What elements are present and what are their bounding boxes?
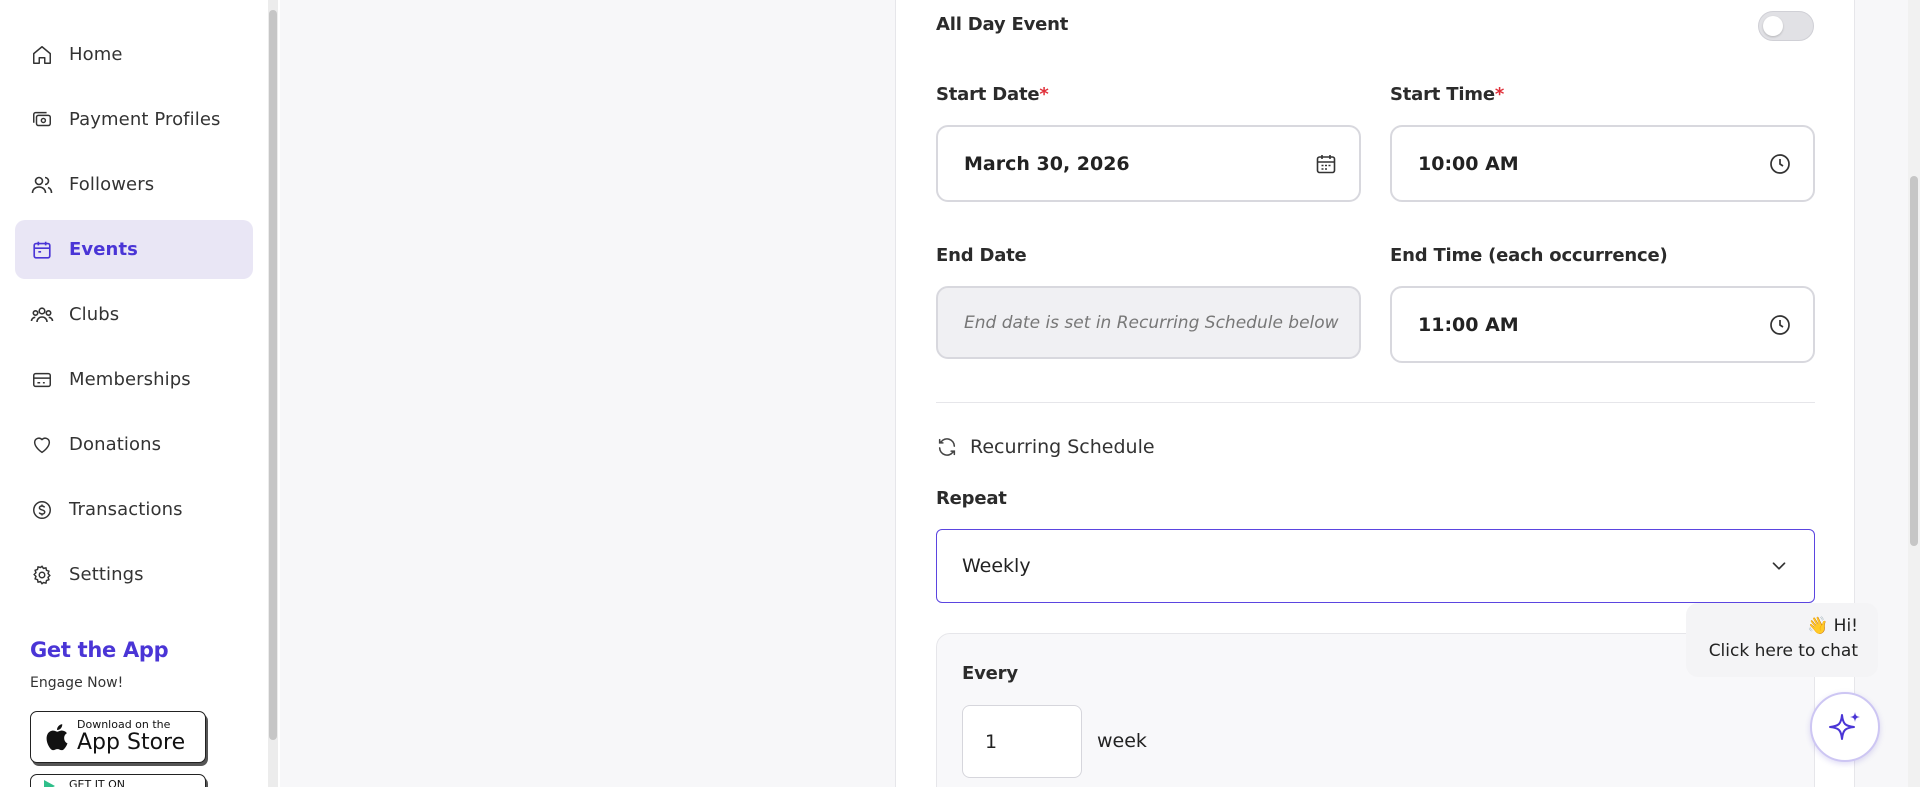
sidebar-item-label: Memberships	[69, 369, 191, 390]
every-interval-value: 1	[985, 730, 998, 753]
end-date-input: End date is set in Recurring Schedule be…	[936, 286, 1361, 359]
heart-icon	[30, 433, 54, 457]
sidebar-item-label: Settings	[69, 564, 144, 585]
payment-profile-icon	[30, 108, 54, 132]
get-app-subtitle: Engage Now!	[30, 675, 124, 691]
start-time-input[interactable]: 10:00 AM	[1390, 125, 1815, 202]
google-play-badge[interactable]: GET IT ON	[30, 774, 206, 787]
get-app-title: Get the App	[30, 638, 169, 662]
refresh-icon	[936, 436, 958, 458]
sidebar: Home Payment Profiles Followers Events C…	[0, 0, 268, 787]
section-divider	[936, 402, 1815, 403]
end-date-placeholder: End date is set in Recurring Schedule be…	[964, 312, 1339, 333]
sidebar-item-events[interactable]: Events	[15, 220, 253, 279]
sidebar-item-home[interactable]: Home	[15, 25, 253, 84]
start-date-label: Start Date*	[936, 84, 1049, 105]
end-time-label: End Time (each occurrence)	[1390, 245, 1668, 266]
home-icon	[30, 43, 54, 67]
repeat-label: Repeat	[936, 488, 1007, 509]
start-date-value: March 30, 2026	[964, 152, 1130, 175]
end-date-label: End Date	[936, 245, 1027, 266]
required-mark: *	[1494, 84, 1505, 105]
sidebar-item-followers[interactable]: Followers	[15, 155, 253, 214]
repeat-select[interactable]: Weekly	[936, 529, 1815, 603]
end-time-input[interactable]: 11:00 AM	[1390, 286, 1815, 363]
calendar-icon	[30, 238, 54, 262]
start-date-label-text: Start Date	[936, 84, 1040, 105]
every-panel: Every 1 week	[936, 633, 1815, 787]
calendar-icon[interactable]	[1313, 151, 1339, 177]
all-day-toggle[interactable]	[1758, 11, 1814, 41]
clock-icon[interactable]	[1767, 151, 1793, 177]
sidebar-item-memberships[interactable]: Memberships	[15, 350, 253, 409]
required-mark: *	[1039, 84, 1049, 105]
apple-icon	[43, 722, 69, 752]
sidebar-item-label: Payment Profiles	[69, 109, 221, 130]
every-label: Every	[962, 663, 1018, 684]
sidebar-item-label: Clubs	[69, 304, 120, 325]
sidebar-item-payment-profiles[interactable]: Payment Profiles	[15, 90, 253, 149]
all-day-label: All Day Event	[936, 14, 1069, 35]
chat-greeting: 👋 Hi!	[1807, 616, 1858, 636]
chat-cta: Click here to chat	[1708, 641, 1858, 661]
sidebar-item-label: Events	[69, 239, 138, 260]
sidebar-item-donations[interactable]: Donations	[15, 415, 253, 474]
sparkle-icon	[1825, 707, 1865, 747]
end-time-value: 11:00 AM	[1418, 313, 1519, 336]
every-interval-input[interactable]: 1	[962, 705, 1082, 778]
card-icon	[30, 368, 54, 392]
sidebar-item-label: Transactions	[69, 499, 183, 520]
sidebar-scrollbar-thumb[interactable]	[269, 10, 277, 740]
sidebar-item-settings[interactable]: Settings	[15, 545, 253, 604]
sidebar-item-label: Followers	[69, 174, 155, 195]
sidebar-item-transactions[interactable]: Transactions	[15, 480, 253, 539]
google-play-icon	[43, 779, 61, 787]
repeat-value: Weekly	[962, 555, 1031, 577]
start-time-label-text: Start Time	[1390, 84, 1495, 105]
main-scrollbar-thumb[interactable]	[1910, 176, 1918, 546]
clock-icon[interactable]	[1767, 312, 1793, 338]
app-store-badge[interactable]: Download on the App Store	[30, 711, 206, 763]
users-icon	[30, 173, 54, 197]
sidebar-item-clubs[interactable]: Clubs	[15, 285, 253, 344]
chevron-down-icon	[1768, 555, 1790, 577]
every-unit: week	[1097, 730, 1147, 752]
group-icon	[30, 303, 54, 327]
google-play-small-text: GET IT ON	[69, 778, 126, 787]
chat-greeting-bubble[interactable]: 👋 Hi! Click here to chat	[1686, 603, 1878, 677]
toggle-knob	[1763, 16, 1783, 36]
main-content: All Day Event Start Date* Start Time* Ma…	[280, 0, 1920, 787]
chat-launcher-button[interactable]	[1810, 692, 1880, 762]
recurring-schedule-title: Recurring Schedule	[970, 436, 1155, 458]
sidebar-item-label: Donations	[69, 434, 162, 455]
sidebar-item-label: Home	[69, 44, 123, 65]
start-date-input[interactable]: March 30, 2026	[936, 125, 1361, 202]
app-store-big-text: App Store	[77, 730, 186, 755]
start-time-value: 10:00 AM	[1418, 152, 1519, 175]
dollar-circle-icon	[30, 498, 54, 522]
gear-icon	[30, 563, 54, 587]
start-time-label: Start Time*	[1390, 84, 1504, 105]
recurring-schedule-heading: Recurring Schedule	[936, 436, 1155, 458]
